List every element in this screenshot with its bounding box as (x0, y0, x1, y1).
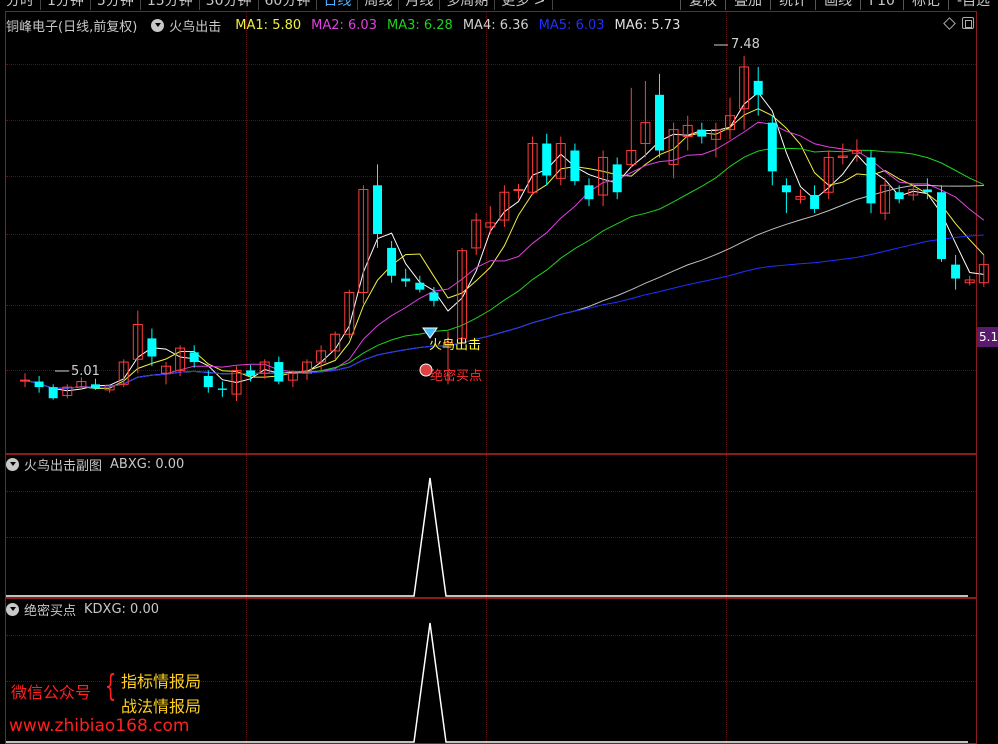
watermark-line1: 指标情报局 (121, 672, 202, 691)
candle-down (274, 362, 284, 382)
indicator-name[interactable]: 火鸟出击 (169, 16, 221, 35)
candle-down (655, 94, 664, 151)
candle-down (810, 195, 820, 209)
candle-down (246, 370, 256, 376)
chart-canvas[interactable] (0, 0, 998, 744)
candle-up (20, 379, 30, 382)
candle-down (373, 185, 382, 234)
candle-down (753, 80, 763, 95)
candle-down (767, 122, 777, 172)
candle-down (401, 278, 411, 282)
watermark-brace: { (104, 669, 117, 704)
high-price-label: 7.48 (731, 37, 760, 52)
sub1-header: 火鸟出击副图 ABXG: 0.00 (6, 455, 185, 474)
candle-down (937, 192, 946, 260)
candle-down (584, 185, 594, 200)
moving-average-line (24, 234, 984, 390)
candle-down (415, 282, 425, 290)
ma-legend-item: MA4: 6.36 (462, 17, 529, 33)
moving-average-line (24, 108, 985, 390)
main-header: 铜峰电子(日线,前复权) 火鸟出击 MA1: 5.80 MA2: 6.03 MA3:… (6, 16, 690, 35)
sub2-header: 绝密买点 KDXG: 0.00 (6, 600, 159, 619)
candle-down (387, 247, 397, 276)
moving-average-line (24, 91, 984, 392)
low-price-label: 5.01 (71, 364, 100, 379)
candle-down (189, 352, 199, 363)
candle-down (147, 338, 157, 357)
candle-down (570, 150, 580, 182)
watermark-wechat: 微信公众号 (11, 683, 92, 702)
sub2-title[interactable]: 绝密买点 (24, 600, 76, 619)
candle-down (781, 185, 791, 193)
candle-down (894, 192, 904, 200)
candle-down (697, 129, 707, 137)
ma-legend: MA1: 5.80 MA2: 6.03 MA3: 6.28 MA4: 6.36 MA5:… (235, 18, 690, 33)
current-price-tag: 5.1 (977, 327, 998, 347)
signal-label-firebird: 火鸟出击 (429, 338, 482, 353)
moving-average-line (24, 121, 985, 390)
stock-title: 铜峰电子(日线,前复权) (6, 19, 138, 35)
sub1-title[interactable]: 火鸟出击副图 (24, 455, 102, 474)
window-icon[interactable] (962, 17, 974, 29)
abxg-signal-line (6, 477, 968, 597)
sub2-value: KDXG: 0.00 (84, 601, 159, 617)
moving-average-line (24, 147, 985, 390)
ma-legend-item: MA2: 6.03 (311, 17, 377, 33)
candle-down (429, 292, 439, 301)
watermark-line2: 战法情报局 (121, 697, 202, 716)
candle-down (48, 387, 58, 399)
ma-legend-item: MA1: 5.80 (235, 17, 302, 33)
candle-up (513, 188, 524, 191)
chevron-down-icon[interactable] (151, 18, 165, 32)
ma-legend-item: MA6: 5.73 (614, 17, 681, 33)
candle-down (217, 388, 227, 390)
diamond-icon[interactable] (943, 16, 956, 30)
candle-down (866, 157, 876, 204)
chevron-down-icon[interactable] (6, 457, 19, 471)
chevron-down-icon[interactable] (6, 602, 19, 616)
main-header-tools (943, 16, 974, 30)
ma-legend-item: MA3: 6.28 (386, 17, 453, 33)
candle-down (922, 189, 932, 193)
candle-down (542, 143, 552, 176)
signal-label-secret-buy: 绝密买点 (430, 369, 483, 384)
watermark-url: www.zhibiao168.com (9, 716, 190, 736)
candle-down (91, 384, 100, 389)
candle-down (951, 264, 961, 279)
candle-down (34, 381, 44, 388)
candle-down (612, 164, 622, 193)
candle-down (203, 375, 213, 388)
sub1-value: ABXG: 0.00 (110, 456, 185, 472)
ma-legend-item: MA5: 6.03 (538, 17, 605, 33)
